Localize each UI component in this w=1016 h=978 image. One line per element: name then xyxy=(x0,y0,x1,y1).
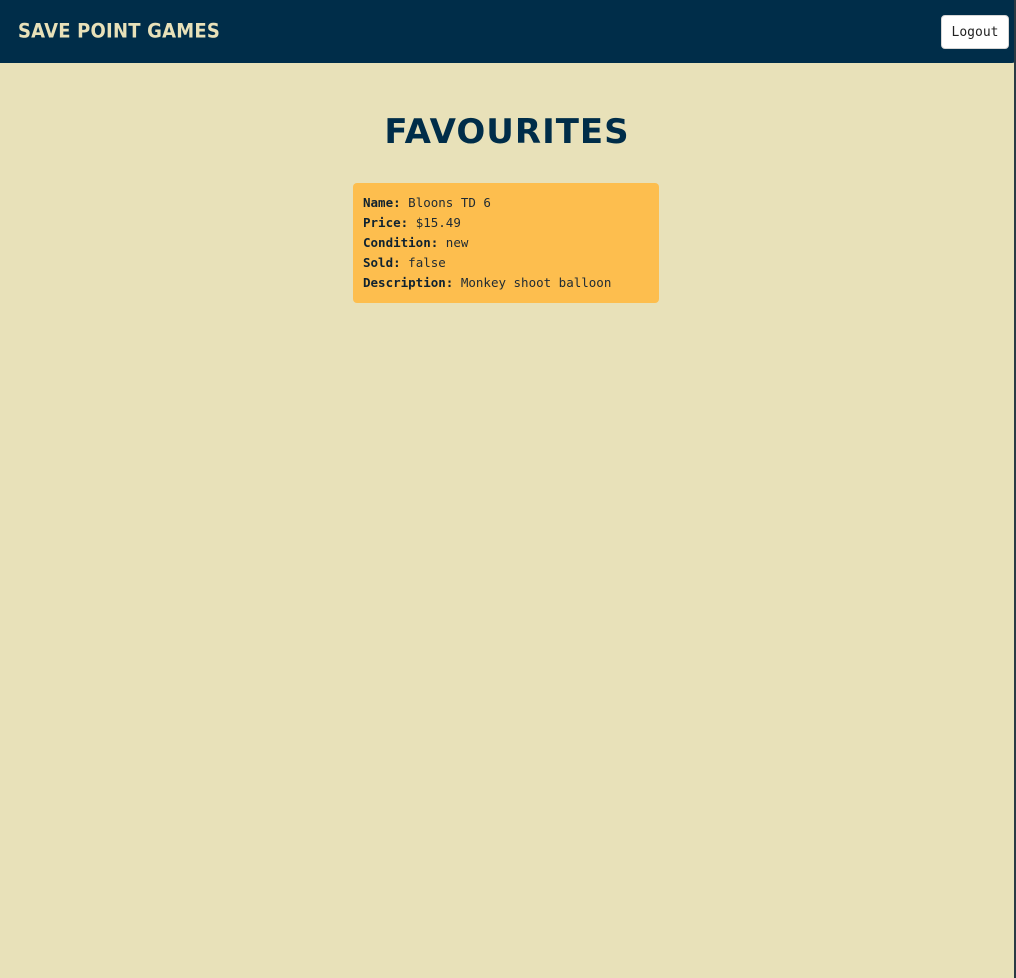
favourite-sold-row: Sold: false xyxy=(363,253,649,273)
page-title: Favourites xyxy=(384,112,630,152)
name-label: Name: xyxy=(363,195,401,210)
condition-label: Condition: xyxy=(363,235,439,250)
sold-value: false xyxy=(408,255,446,270)
logout-button[interactable]: Logout xyxy=(941,15,1009,49)
price-value: $15.49 xyxy=(415,215,461,230)
sold-label: Sold: xyxy=(363,255,401,270)
description-label: Description: xyxy=(363,275,454,290)
name-value: Bloons TD 6 xyxy=(408,195,491,210)
favourite-price-row: Price: $15.49 xyxy=(363,213,649,233)
favourite-condition-row: Condition: new xyxy=(363,233,649,253)
favourite-name-row: Name: Bloons TD 6 xyxy=(363,193,649,213)
price-label: Price: xyxy=(363,215,409,230)
description-value: Monkey shoot balloon xyxy=(460,275,612,290)
condition-value: new xyxy=(445,235,469,250)
favourite-card[interactable]: Name: Bloons TD 6 Price: $15.49 Conditio… xyxy=(353,183,659,303)
brand-logo-text[interactable]: Save Point Games xyxy=(18,20,220,43)
top-navbar: Save Point Games Logout xyxy=(0,0,1016,63)
favourite-description-row: Description: Monkey shoot balloon xyxy=(363,273,649,293)
